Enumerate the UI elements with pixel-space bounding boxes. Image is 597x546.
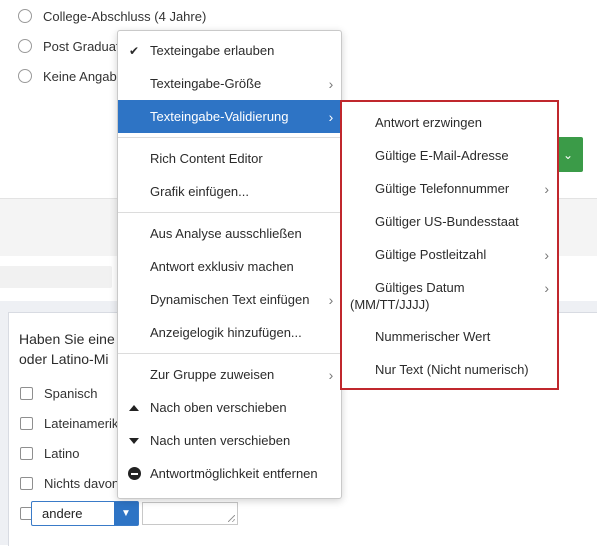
radio-button[interactable] [18, 39, 32, 53]
submenu-item-numeric[interactable]: Nummerischer Wert [342, 329, 557, 349]
submenu-item-label: Nummerischer Wert [375, 329, 491, 344]
chevron-right-icon: › [544, 181, 549, 197]
chevron-right-icon: › [328, 108, 334, 125]
submenu-item-label: Nur Text (Nicht numerisch) [375, 362, 529, 377]
submenu-item-label: Gültige E-Mail-Adresse [375, 148, 509, 163]
menu-item-move-up[interactable]: Nach oben verschieben [118, 391, 341, 424]
remove-circle-icon [127, 467, 141, 480]
menu-item-insert-graphic[interactable]: Grafik einfügen... [118, 175, 341, 208]
radio-option-no-answer[interactable]: Keine Angabe [18, 66, 124, 86]
menu-item-label: Nach unten verschieben [150, 433, 291, 448]
menu-item-add-display-logic[interactable]: Anzeigelogik hinzufügen... [118, 316, 341, 349]
checkbox-label: Lateinamerik [44, 415, 119, 431]
submenu-item-text-only[interactable]: Nur Text (Nicht numerisch) [342, 362, 557, 382]
checkbox[interactable] [20, 446, 33, 460]
menu-item-label: Texteingabe erlauben [150, 43, 275, 58]
menu-item-insert-dynamic-text[interactable]: Dynamischen Text einfügen › [118, 283, 341, 316]
submenu-item-label: Gültiges Datum [375, 280, 465, 295]
menu-divider [118, 137, 341, 138]
chevron-right-icon: › [328, 75, 334, 92]
menu-item-text-entry-validation[interactable]: Texteingabe-Validierung › [118, 100, 341, 133]
menu-divider [118, 353, 341, 354]
submenu-item-valid-phone[interactable]: Gültige Telefonnummer › [342, 181, 557, 201]
checkbox-option-spanish[interactable]: Spanisch [20, 384, 97, 402]
checkmark-icon: ✔ [128, 43, 140, 58]
select-value: andere [42, 506, 83, 521]
checkbox-option-latino[interactable]: Latino [20, 444, 79, 462]
submenu-item-valid-email[interactable]: Gültige E-Mail-Adresse [342, 148, 557, 168]
menu-item-label: Grafik einfügen... [150, 184, 249, 199]
menu-item-label: Rich Content Editor [150, 151, 263, 166]
chevron-right-icon: › [544, 247, 549, 263]
submenu-item-sublabel: (MM/TT/JJJJ) [350, 297, 430, 312]
checkbox-option-latin-american[interactable]: Lateinamerik [20, 414, 118, 432]
radio-label: Keine Angabe [43, 68, 124, 84]
chevron-down-icon: ⌄ [562, 147, 574, 162]
menu-item-allow-text-entry[interactable]: ✔ Texteingabe erlauben [118, 34, 341, 67]
submenu-item-force-response[interactable]: Antwort erzwingen [342, 115, 557, 135]
submenu-item-label: Antwort erzwingen [375, 115, 482, 130]
menu-item-label: Texteingabe-Größe [150, 76, 262, 91]
toolbar-field[interactable] [0, 266, 112, 288]
checkbox[interactable] [20, 476, 33, 490]
menu-item-remove-choice[interactable]: Antwortmöglichkeit entfernen [118, 457, 341, 490]
menu-item-move-down[interactable]: Nach unten verschieben [118, 424, 341, 457]
menu-item-make-exclusive[interactable]: Antwort exklusiv machen [118, 250, 341, 283]
checkbox-label: Nichts davon [44, 475, 120, 491]
menu-item-label: Anzeigelogik hinzufügen... [150, 325, 302, 340]
choice-context-menu: ✔ Texteingabe erlauben Texteingabe-Größe… [117, 30, 342, 499]
checkbox-label: Latino [44, 445, 80, 461]
submenu-item-valid-zip[interactable]: Gültige Postleitzahl › [342, 247, 557, 267]
resize-handle-icon[interactable] [228, 515, 235, 522]
chevron-right-icon: › [328, 291, 334, 308]
checkbox-label: Spanisch [44, 385, 98, 401]
radio-label: Post Graduat [43, 38, 120, 54]
submenu-item-label: Gültige Telefonnummer [375, 181, 510, 196]
chevron-right-icon: › [328, 366, 334, 383]
other-option-select[interactable]: andere ▼ [31, 501, 139, 526]
menu-item-label: Zur Gruppe zuweisen [150, 367, 275, 382]
chevron-right-icon: › [544, 280, 549, 296]
menu-item-label: Antwortmöglichkeit entfernen [150, 466, 318, 481]
submenu-item-label: Gültige Postleitzahl [375, 247, 487, 262]
submenu-item-valid-date[interactable]: Gültiges Datum (MM/TT/JJJJ) › [342, 280, 557, 316]
other-text-input[interactable] [142, 502, 238, 525]
validation-submenu: Antwort erzwingen Gültige E-Mail-Adresse… [340, 100, 559, 390]
menu-item-label: Texteingabe-Validierung [150, 109, 289, 124]
menu-item-label: Antwort exklusiv machen [150, 259, 294, 274]
submenu-item-valid-us-state[interactable]: Gültiger US-Bundesstaat [342, 214, 557, 234]
menu-item-label: Nach oben verschieben [150, 400, 287, 415]
menu-item-label: Dynamischen Text einfügen [150, 292, 310, 307]
menu-item-text-entry-size[interactable]: Texteingabe-Größe › [118, 67, 341, 100]
radio-label: College-Abschluss (4 Jahre) [43, 8, 207, 24]
radio-option-post-graduate[interactable]: Post Graduat [18, 36, 120, 56]
menu-item-label: Aus Analyse ausschließen [150, 226, 302, 241]
radio-button[interactable] [18, 9, 32, 23]
arrow-down-icon [129, 437, 139, 444]
checkbox-option-none[interactable]: Nichts davon [20, 474, 119, 492]
caret-down-icon[interactable]: ▼ [114, 502, 138, 525]
menu-item-exclude-from-analysis[interactable]: Aus Analyse ausschließen [118, 217, 341, 250]
checkbox[interactable] [20, 386, 33, 400]
menu-item-rich-content-editor[interactable]: Rich Content Editor [118, 142, 341, 175]
submenu-item-label: Gültiger US-Bundesstaat [375, 214, 519, 229]
arrow-up-icon [129, 404, 139, 411]
radio-button[interactable] [18, 69, 32, 83]
checkbox[interactable] [20, 416, 33, 430]
radio-option-college[interactable]: College-Abschluss (4 Jahre) [18, 6, 206, 26]
menu-divider [118, 212, 341, 213]
menu-item-assign-to-group[interactable]: Zur Gruppe zuweisen › [118, 358, 341, 391]
question-title[interactable]: Haben Sie eine oder Latino-Mi [19, 329, 119, 369]
